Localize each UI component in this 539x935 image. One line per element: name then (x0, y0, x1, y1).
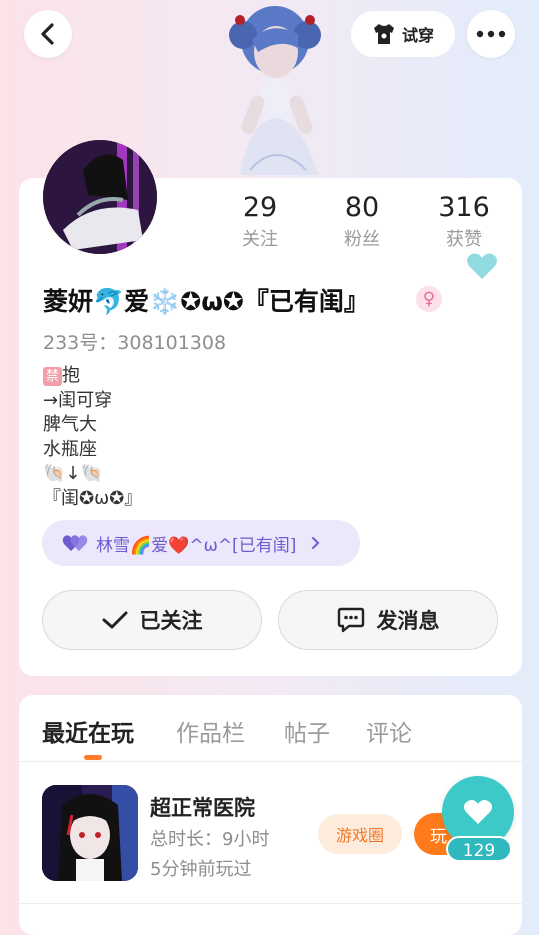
more-dots-icon (476, 30, 506, 38)
heart-icon (467, 253, 497, 279)
tab-comments[interactable]: 评论 (366, 714, 412, 748)
game-icon[interactable] (42, 785, 138, 881)
bio: 禁抱 →闺可穿 脾气大 水瓶座 🐚↓🐚 『闺✪ω✪』 (43, 364, 142, 511)
game-circle-button[interactable]: 游戏圈 (318, 814, 402, 854)
game-duration: 总时长：9小时 (150, 829, 270, 850)
bio-line: 『闺✪ω✪』 (43, 487, 143, 509)
message-label: 发消息 (376, 609, 440, 633)
stat-label: 粉丝 (344, 229, 380, 250)
check-icon (102, 611, 127, 629)
chat-bubble-icon (337, 607, 364, 633)
tab-posts[interactable]: 帖子 (284, 714, 330, 748)
message-button[interactable]: 发消息 (278, 590, 498, 650)
stat-following[interactable]: 29 关注 (220, 192, 300, 251)
profile-name: 菱妍🐬爱❄️✪ω✪『已有闺』 (43, 287, 369, 316)
gender-female-icon: ♀ (416, 286, 442, 312)
game-meta: 总时长：9小时 5分钟前玩过 (150, 825, 269, 885)
user-id: 233号：308101308 (43, 328, 226, 355)
tab-recent-playing[interactable]: 最近在玩 (42, 714, 134, 748)
uid-value: 308101308 (117, 332, 227, 354)
like-count: 129 (446, 836, 512, 862)
bio-line: 🐚↓🐚 (43, 463, 103, 484)
more-button[interactable] (467, 10, 515, 58)
bio-line: →闺可穿 (43, 389, 113, 411)
bio-line: 脾气大 (43, 414, 97, 435)
cp-relation-badge[interactable]: 林雪🌈爱❤️^ω^[已有闺] (42, 520, 360, 566)
stat-fans[interactable]: 80 粉丝 (322, 192, 402, 251)
following-label: 已关注 (139, 609, 203, 633)
try-on-button[interactable]: 试穿 (351, 11, 455, 57)
stat-value: 80 (344, 192, 380, 223)
double-heart-icon (62, 535, 88, 551)
avatar-3d-figure[interactable] (210, 0, 340, 180)
active-tab-indicator (84, 755, 102, 760)
bio-line: 抱 (62, 365, 81, 386)
stat-value: 29 (242, 192, 278, 223)
tshirt-icon (373, 24, 394, 44)
try-on-label: 试穿 (401, 26, 434, 45)
bio-tag: 禁 (43, 367, 63, 386)
back-button[interactable] (24, 10, 72, 58)
chevron-left-icon (41, 23, 54, 45)
stat-value: 316 (438, 192, 490, 223)
stat-likes[interactable]: 316 获赞 (424, 192, 504, 251)
stat-label: 获赞 (446, 229, 482, 250)
following-button[interactable]: 已关注 (42, 590, 262, 650)
divider (19, 903, 522, 904)
cp-badge-label: 林雪🌈爱❤️^ω^[已有闺] (96, 535, 297, 556)
game-last-played: 5分钟前玩过 (150, 859, 252, 880)
divider (19, 761, 522, 762)
uid-label: 233号： (43, 332, 118, 354)
tab-works[interactable]: 作品栏 (176, 714, 245, 748)
bio-line: 水瓶座 (43, 438, 97, 460)
game-title[interactable]: 超正常医院 (150, 792, 255, 822)
heart-icon (463, 800, 493, 824)
stat-label: 关注 (242, 229, 278, 250)
chevron-right-icon (312, 537, 320, 549)
avatar[interactable] (43, 140, 157, 254)
